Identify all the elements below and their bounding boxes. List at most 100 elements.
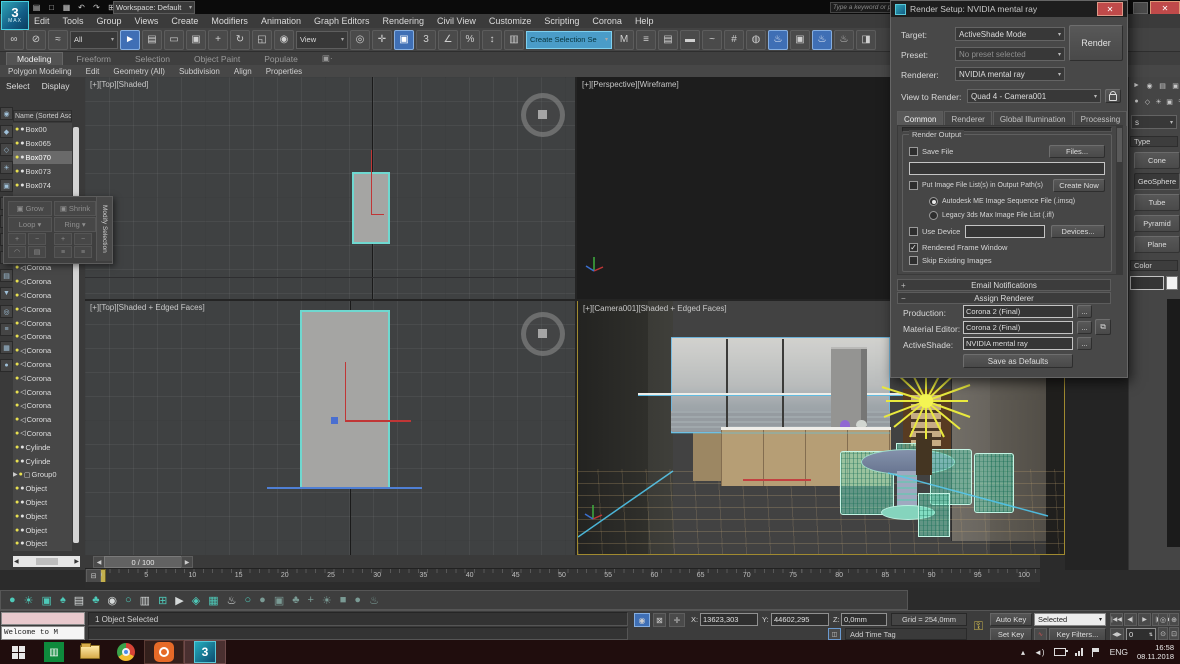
select-place-icon[interactable]: ◉ [274, 30, 294, 50]
menu-views[interactable]: Views [135, 16, 159, 26]
list-item-corona[interactable]: ●◁Corona [13, 399, 72, 413]
viewport-top-left[interactable]: [+][Top][Shaded] [85, 77, 577, 300]
display-all-icon[interactable]: ◉ [0, 107, 13, 120]
visibility-bulb-icon[interactable]: ● [15, 444, 19, 451]
visibility-bulb-icon[interactable]: ● [15, 402, 19, 409]
set-keys-icon[interactable]: ⚿ [970, 613, 987, 640]
primitive-button-plane[interactable]: Plane [1134, 236, 1180, 253]
list-item-group0[interactable]: ▶●▢Group0 [13, 468, 72, 482]
save-file-icon[interactable]: ▦ [60, 2, 73, 13]
named-selection-dropdown[interactable]: Create Selection Se▾ [526, 31, 612, 49]
grid-plus-icon[interactable]: ⊞ [158, 594, 167, 607]
gizmo-center-handle[interactable] [331, 417, 338, 424]
camera2-icon[interactable]: ▣ [274, 594, 284, 607]
schematic-view-icon[interactable]: # [724, 30, 744, 50]
list-item-corona[interactable]: ●◁Corona [13, 358, 72, 372]
play-button[interactable]: ▶ [1138, 613, 1151, 626]
menu-help[interactable]: Help [635, 16, 654, 26]
loop-grow-button[interactable]: + [8, 233, 26, 245]
teapot2-icon[interactable]: ♨ [369, 594, 379, 607]
explorer-menu-display[interactable]: Display [42, 81, 70, 91]
display-shapes-icon[interactable]: ◇ [0, 143, 13, 156]
filter-icon[interactable]: ▼ [0, 287, 13, 300]
box-icon[interactable]: ■ [340, 594, 347, 606]
geometry-category-icon[interactable]: ● [1132, 97, 1141, 106]
ribbon-tab-selection[interactable]: Selection [125, 53, 180, 65]
menu-create[interactable]: Create [171, 16, 198, 26]
use-device-checkbox[interactable] [909, 227, 918, 236]
taskbar-store[interactable]: ▥ [36, 641, 72, 663]
taskbar-corona[interactable] [144, 640, 184, 664]
light2-icon[interactable]: ● [259, 594, 266, 606]
ring-slider[interactable]: ≡ [74, 246, 92, 258]
select-manipulate-icon[interactable]: ✛ [372, 30, 392, 50]
list-item-corona[interactable]: ●◁Corona [13, 413, 72, 427]
menu-graph-editors[interactable]: Graph Editors [314, 16, 370, 26]
menu-rendering[interactable]: Rendering [383, 16, 425, 26]
helpers-category-icon[interactable]: ≈ [1176, 97, 1180, 106]
dialog-scrollbar[interactable] [1116, 126, 1123, 274]
tray-expand-icon[interactable]: ▴ [1021, 648, 1025, 657]
ring-grow-button[interactable]: + [54, 233, 72, 245]
visibility-bulb-icon[interactable]: ● [15, 140, 19, 147]
modify-selection-tab[interactable]: Modify Selection [96, 197, 112, 261]
activeshade-icon[interactable]: ◨ [856, 30, 876, 50]
primitive-type-dropdown[interactable]: s▾ [1131, 115, 1177, 129]
visibility-bulb-icon[interactable]: ● [15, 182, 19, 189]
ribbon-group-edit[interactable]: Edit [86, 67, 100, 76]
viewport-splitter-vertical[interactable] [575, 77, 577, 555]
viewport-label[interactable]: [+][Top][Shaded] [90, 80, 149, 89]
coordinate-mode-icon[interactable]: ✛ [669, 613, 685, 627]
start-button[interactable] [0, 641, 36, 663]
ribbon-toggle-icon[interactable]: ▬ [680, 30, 700, 50]
activeshade-browse-button[interactable]: ... [1077, 337, 1092, 350]
x-coordinate-field[interactable]: 13623,303 [700, 613, 758, 626]
display-geometry-icon[interactable]: ◆ [0, 125, 13, 138]
add-time-tag[interactable]: Add Time Tag [845, 628, 967, 640]
object-color-swatch[interactable] [1166, 276, 1178, 290]
spline-object[interactable] [267, 487, 422, 489]
autodesk-radio[interactable] [929, 197, 938, 206]
name-color-rollout[interactable]: Color [1130, 260, 1178, 271]
visibility-bulb-icon[interactable]: ● [15, 430, 19, 437]
preset-dropdown[interactable]: No preset selected▾ [955, 47, 1065, 61]
mirror-icon[interactable]: M [614, 30, 634, 50]
target-dropdown[interactable]: ActiveShade Mode▾ [955, 27, 1065, 41]
list-item-object[interactable]: ●●Object [13, 509, 72, 523]
object-type-rollout[interactable]: Type [1130, 136, 1178, 147]
legacy-radio[interactable] [929, 211, 938, 220]
ribbon-group-align[interactable]: Align [234, 67, 252, 76]
visibility-bulb-icon[interactable]: ● [19, 471, 23, 478]
find-icon[interactable]: ◎ [0, 305, 13, 318]
select-by-name-icon[interactable]: ▤ [142, 30, 162, 50]
snaps-toggle-icon[interactable]: 3 [416, 30, 436, 50]
viewport-label[interactable]: [+][Camera001][Shaded + Edged Faces] [583, 304, 727, 313]
visibility-bulb-icon[interactable]: ● [15, 278, 19, 285]
visibility-bulb-icon[interactable]: ● [15, 126, 19, 133]
list-item-object[interactable]: ●●Object [13, 496, 72, 510]
ribbon-group-geometry-all[interactable]: Geometry (All) [113, 67, 165, 76]
bind-spacewarp-icon[interactable]: ≈ [48, 30, 68, 50]
taskbar-file-explorer[interactable] [72, 641, 108, 663]
dialog-tab-processing[interactable]: Processing [1074, 111, 1128, 126]
output-path-field[interactable] [909, 162, 1105, 175]
list-item-object[interactable]: ●●Object [13, 482, 72, 496]
align-icon[interactable]: ≡ [636, 30, 656, 50]
list-item-box074[interactable]: ●●Box074 [13, 178, 72, 192]
menu-animation[interactable]: Animation [261, 16, 301, 26]
scroll-right-icon[interactable]: ▶ [74, 558, 79, 565]
viewcube[interactable] [521, 93, 565, 137]
select-rotate-icon[interactable]: ↻ [230, 30, 250, 50]
visibility-bulb-icon[interactable]: ● [15, 320, 19, 327]
list-item-object[interactable]: ●●Object [13, 523, 72, 537]
menu-edit[interactable]: Edit [34, 16, 50, 26]
primitive-button-tube[interactable]: Tube [1134, 194, 1180, 211]
list-item-cylinde[interactable]: ●●Cylinde [13, 454, 72, 468]
pin-icon[interactable]: ▦ [0, 341, 13, 354]
spinner-icon[interactable]: ⇅ [1149, 632, 1153, 638]
display-tab-icon[interactable]: ▣ [1171, 81, 1180, 90]
unlink-icon[interactable]: ⊘ [26, 30, 46, 50]
list-item-corona[interactable]: ●◁Corona [13, 316, 72, 330]
visibility-bulb-icon[interactable]: ● [15, 416, 19, 423]
track-bar[interactable] [85, 582, 1040, 588]
